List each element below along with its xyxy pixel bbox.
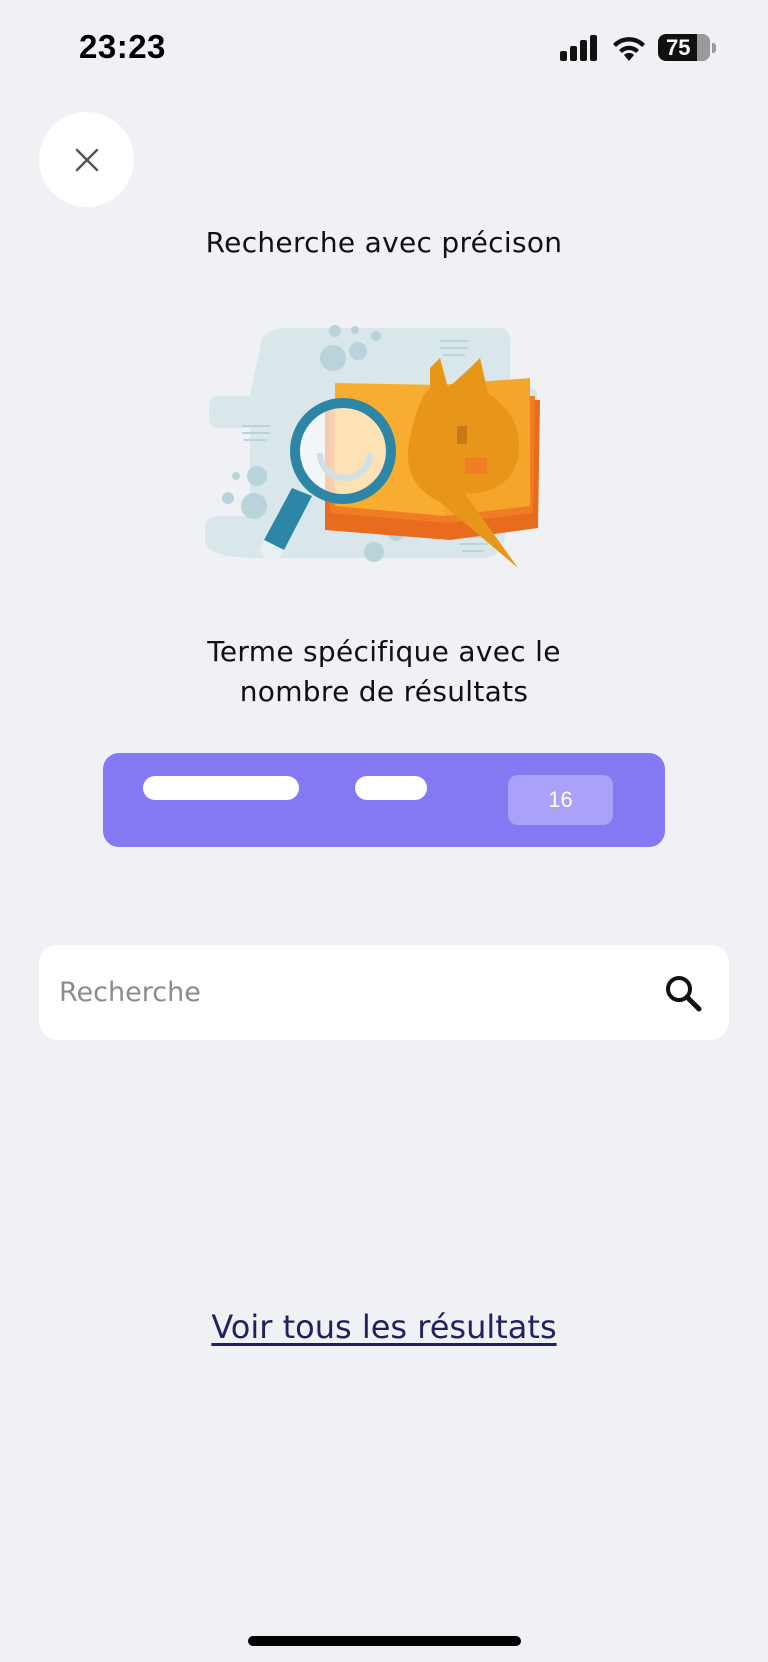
close-button[interactable] (39, 112, 134, 207)
search-box (39, 945, 729, 1040)
status-time: 23:23 (79, 28, 166, 65)
battery-level: 75 (666, 35, 691, 60)
wifi-icon (613, 36, 645, 61)
signal-icon (560, 34, 597, 61)
search-book-illustration (205, 325, 540, 568)
home-indicator (248, 1636, 521, 1646)
example-result-card: 16 (103, 753, 665, 847)
battery-tip (712, 42, 716, 53)
placeholder-short-bar (355, 776, 427, 800)
description-line-1: Terme spécifique avec le (207, 635, 561, 668)
status-icons: 75 (560, 34, 716, 61)
result-count-badge: 16 (508, 775, 613, 825)
search-icon[interactable] (663, 973, 703, 1013)
close-icon (75, 148, 98, 171)
view-all-results-link[interactable]: Voir tous les résultats (0, 1308, 768, 1346)
page-title: Recherche avec précison (205, 226, 563, 259)
screen: 23:23 75 Recherche avec précison Terme s… (0, 0, 768, 1662)
description-line-2: nombre de résultats (239, 675, 529, 708)
description: Terme spécifique avec le nombre de résul… (0, 632, 768, 712)
search-input[interactable] (59, 977, 663, 1008)
battery-icon: 75 (658, 34, 710, 61)
placeholder-term-bar (143, 776, 299, 800)
